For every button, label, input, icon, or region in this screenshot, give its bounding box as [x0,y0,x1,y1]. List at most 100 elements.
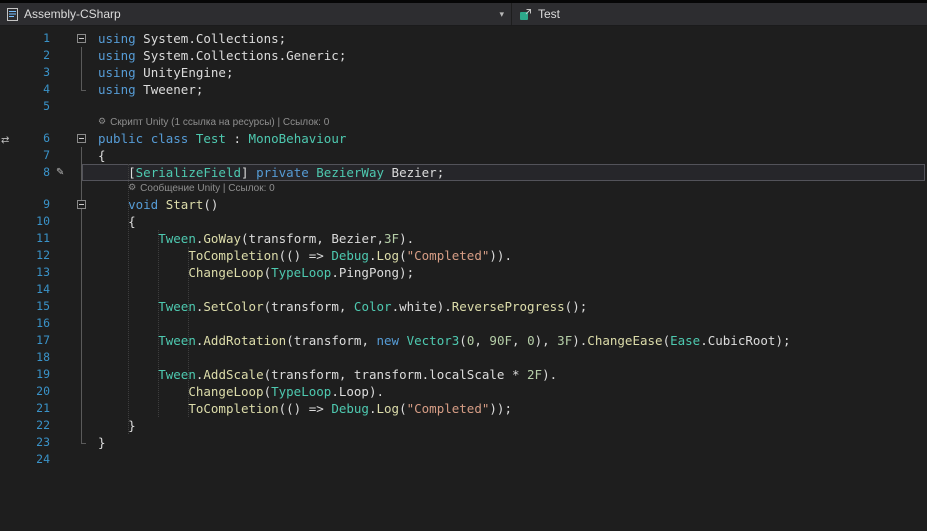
breakpoint-margin[interactable] [0,98,30,115]
breakpoint-margin[interactable] [0,213,30,230]
adornment-margin [56,315,72,332]
ide-window: Assembly-CSharp ▾ Test 1 using System.Col… [0,0,927,531]
line-number: 16 [36,316,50,330]
navigation-bar: Assembly-CSharp ▾ Test [0,3,927,26]
breakpoint-margin[interactable] [0,247,30,264]
adornment-margin [56,81,72,98]
line-number: 6 [43,131,50,145]
outlining-margin [72,98,90,115]
code-line-text: ChangeLoop(TypeLoop.PingPong); [188,265,415,280]
adornment-margin [56,383,72,400]
breakpoint-margin[interactable] [0,451,30,468]
code-line-text [90,451,927,468]
breakpoint-margin[interactable] [0,30,30,47]
collapse-toggle-icon[interactable] [76,134,86,143]
breakpoint-margin[interactable] [0,164,30,181]
line-number: 4 [43,82,50,96]
code-line-16[interactable]: 16 [0,315,927,332]
line-number: 5 [43,99,50,113]
outlining-margin [72,281,90,298]
code-line-17[interactable]: 17 Tween.AddRotation(transform, new Vect… [0,332,927,349]
breakpoint-margin[interactable] [0,366,30,383]
collapse-toggle-icon[interactable] [76,34,86,43]
code-line-text [90,315,927,332]
code-line-text: } [98,435,106,450]
code-line-12[interactable]: 12 ToCompletion(() => Debug.Log("Complet… [0,247,927,264]
outlining-margin [72,451,90,468]
collapse-toggle-icon[interactable] [76,200,86,209]
code-line-6[interactable]: ⇄ 6 public class Test : MonoBehaviour [0,130,927,147]
code-line-text: void Start() [128,197,219,212]
adornment-margin [56,434,72,451]
line-number: 19 [36,367,50,381]
outlining-margin [72,298,90,315]
code-line-4[interactable]: 4 using Tweener; [0,81,927,98]
breakpoint-margin[interactable] [0,349,30,366]
codelens-unity-icon: ⚙ [128,183,137,193]
breakpoint-margin[interactable] [0,230,30,247]
code-line-8[interactable]: 8 ✎ [SerializeField] private BezierWay Be… [0,164,927,181]
breakpoint-margin[interactable] [0,147,30,164]
breakpoint-margin[interactable] [0,383,30,400]
breakpoint-margin[interactable] [0,281,30,298]
code-line-21[interactable]: 21 ToCompletion(() => Debug.Log("Complet… [0,400,927,417]
code-line-13[interactable]: 13 ChangeLoop(TypeLoop.PingPong); [0,264,927,281]
code-editor[interactable]: 1 using System.Collections; 2 using System.… [0,26,927,531]
line-number: 13 [36,265,50,279]
breakpoint-margin[interactable] [0,196,30,213]
outlining-margin [72,47,90,64]
code-line-23[interactable]: 23} [0,434,927,451]
code-line-text: } [98,418,136,433]
line-number: 8 [43,165,50,179]
code-line-24[interactable]: 24 [0,451,927,468]
outlining-margin [72,64,90,81]
code-line-15[interactable]: 15 Tween.SetColor(transform, Color.white… [0,298,927,315]
codelens-link[interactable]: Скрипт Unity (1 ссылка на ресурсы) | Ссы… [110,115,329,130]
breakpoint-margin[interactable] [0,81,30,98]
code-line-1[interactable]: 1 using System.Collections; [0,30,927,47]
breakpoint-margin[interactable] [0,332,30,349]
breakpoint-margin[interactable] [0,64,30,81]
code-line-19[interactable]: 19 Tween.AddScale(transform, transform.l… [0,366,927,383]
code-line-11[interactable]: 11 Tween.GoWay(transform, Bezier,3F). [0,230,927,247]
code-line-text: ChangeLoop(TypeLoop.Loop). [188,384,385,399]
code-line-18[interactable]: 18 [0,349,927,366]
code-line-20[interactable]: 20 ChangeLoop(TypeLoop.Loop). [0,383,927,400]
breakpoint-margin[interactable] [0,47,30,64]
codelens-link[interactable]: Сообщение Unity | Ссылок: 0 [140,181,275,196]
breakpoint-margin[interactable] [0,417,30,434]
outlining-margin [72,315,90,332]
code-line-3[interactable]: 3 using UnityEngine; [0,64,927,81]
adornment-margin [56,417,72,434]
code-line-22[interactable]: 22 } [0,417,927,434]
codelens-unity-icon: ⚙ [98,117,107,127]
line-number: 3 [43,65,50,79]
adornment-margin [56,349,72,366]
csharp-file-icon [7,7,18,21]
adornment-margin [56,451,72,468]
code-line-10[interactable]: 10 { [0,213,927,230]
code-line-14[interactable]: 14 [0,281,927,298]
adornment-margin [56,247,72,264]
code-line-5[interactable]: 5 [0,98,927,115]
adornment-margin [56,366,72,383]
code-line-text: using UnityEngine; [98,65,234,80]
code-line-9[interactable]: 9 void Start() [0,196,927,213]
code-line-2[interactable]: 2 using System.Collections.Generic; [0,47,927,64]
breakpoint-margin[interactable] [0,315,30,332]
breakpoint-margin[interactable] [0,115,30,130]
class-icon [519,8,532,21]
breakpoint-margin[interactable] [0,298,30,315]
breakpoint-margin[interactable] [0,181,30,196]
adornment-margin [56,281,72,298]
breakpoint-margin[interactable] [0,400,30,417]
breakpoint-margin[interactable] [0,434,30,451]
type-dropdown[interactable]: Test [512,3,927,25]
line-number: 17 [36,333,50,347]
code-line-7[interactable]: 7{ [0,147,927,164]
breakpoint-margin[interactable]: ⇄ [0,130,30,147]
breakpoint-margin[interactable] [0,264,30,281]
outlining-margin [72,181,90,196]
project-dropdown[interactable]: Assembly-CSharp ▾ [0,3,512,25]
adornment-margin [56,264,72,281]
